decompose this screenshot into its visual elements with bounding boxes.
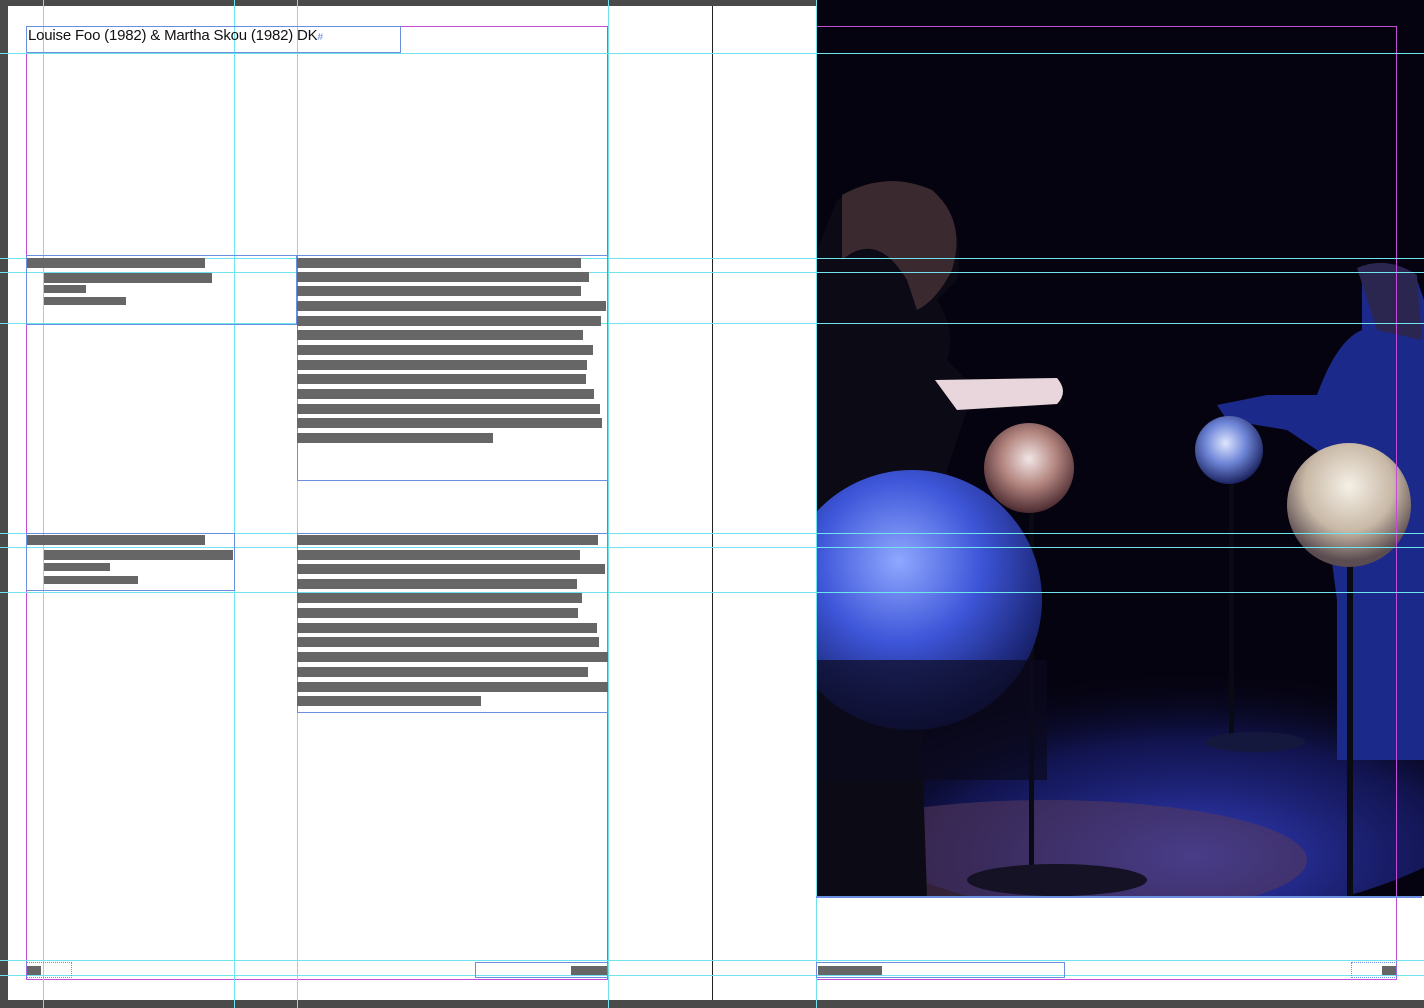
greeked-text-line (297, 623, 597, 633)
baseline-guide (0, 960, 1424, 961)
greeked-text-line (297, 682, 608, 692)
greeked-text-line (297, 667, 588, 677)
greeked-text-line (297, 374, 586, 384)
baseline-guide (0, 592, 1424, 593)
left-page (8, 6, 712, 1000)
greeked-folio (27, 966, 41, 975)
performance-photo[interactable] (817, 0, 1424, 896)
greeked-running-head (571, 966, 607, 975)
column-guide (297, 0, 298, 1008)
greeked-text-line (297, 579, 577, 589)
greeked-text-line (297, 360, 587, 370)
greeked-text-line (44, 297, 126, 305)
greeked-text-line (44, 273, 212, 283)
photo-image (817, 0, 1424, 896)
baseline-guide (0, 53, 1424, 54)
greeked-text-line (297, 433, 493, 443)
column-guide (234, 0, 235, 1008)
photo-bottom-frame[interactable] (816, 896, 1422, 898)
greeked-running-head (818, 966, 882, 975)
greeked-text-line (44, 550, 233, 560)
column-guide (608, 0, 609, 1008)
greeked-text-line (44, 576, 138, 584)
column-guide (43, 0, 44, 1008)
baseline-guide (0, 975, 1424, 976)
spread-spine (712, 6, 713, 1000)
greeked-text-line (297, 696, 481, 706)
page-heading[interactable]: Louise Foo (1982) & Martha Skou (1982) D… (28, 27, 323, 44)
greeked-text-line (44, 285, 86, 293)
greeked-text-line (297, 258, 581, 268)
greeked-text-line (297, 550, 580, 560)
greeked-text-line (297, 608, 578, 618)
column-guide (816, 0, 817, 1008)
greeked-text-line (297, 389, 594, 399)
heading-end-mark: # (317, 32, 323, 43)
greeked-text-line (297, 593, 582, 603)
heading-text: Louise Foo (1982) & Martha Skou (1982) D… (28, 27, 318, 44)
greeked-text-line (297, 301, 606, 311)
greeked-folio (1382, 966, 1396, 975)
greeked-text-line (297, 345, 593, 355)
greeked-text-line (297, 652, 608, 662)
greeked-text-line (297, 418, 602, 428)
greeked-text-line (44, 563, 110, 571)
greeked-text-line (27, 258, 205, 268)
greeked-text-line (297, 286, 581, 296)
greeked-text-line (297, 535, 598, 545)
greeked-text-line (297, 404, 600, 414)
greeked-text-line (297, 564, 605, 574)
greeked-text-line (297, 316, 601, 326)
greeked-text-line (297, 330, 583, 340)
greeked-text-line (297, 272, 589, 282)
greeked-text-line (27, 535, 205, 545)
greeked-text-line (297, 637, 599, 647)
